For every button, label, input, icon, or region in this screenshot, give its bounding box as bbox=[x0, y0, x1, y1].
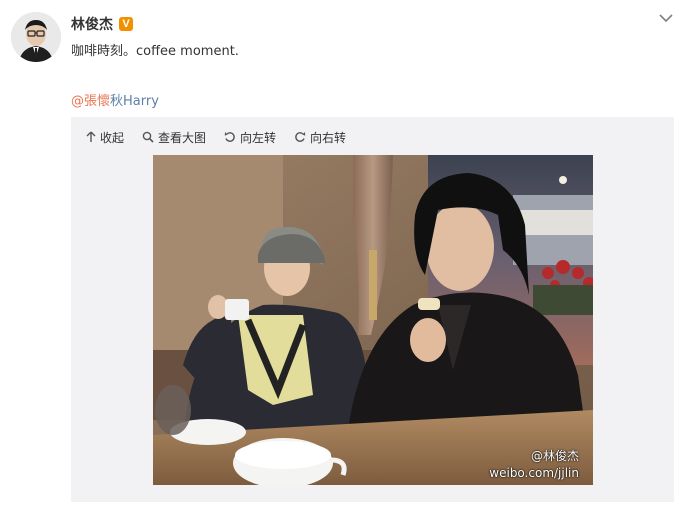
collapse-button[interactable]: 收起 bbox=[86, 129, 124, 146]
rotate-right-label: 向右转 bbox=[310, 130, 347, 145]
view-large-button[interactable]: 查看大图 bbox=[142, 129, 206, 146]
post-text: 咖啡時刻。coffee moment. bbox=[71, 44, 239, 59]
author-row: 林俊杰 V bbox=[71, 14, 133, 34]
rotate-right-icon bbox=[295, 132, 306, 142]
chevron-down-icon[interactable] bbox=[657, 10, 675, 24]
verified-badge-icon[interactable]: V bbox=[119, 17, 133, 31]
collapse-label: 收起 bbox=[100, 130, 125, 145]
mention-head: @張懷 bbox=[71, 94, 111, 109]
view-large-label: 查看大图 bbox=[158, 130, 207, 145]
rotate-left-label: 向左转 bbox=[240, 130, 277, 145]
mention-link[interactable]: @張懷秋Harry bbox=[71, 90, 159, 109]
rotate-left-icon bbox=[224, 132, 235, 142]
media-box: 收起 查看大图 向左转 向右转 @林俊杰 weibo.com/jjlin bbox=[71, 117, 674, 502]
watermark-author: @林俊杰 bbox=[530, 449, 579, 463]
collapse-arrow-icon bbox=[86, 131, 96, 142]
post-photo[interactable]: @林俊杰 weibo.com/jjlin bbox=[153, 155, 593, 485]
media-toolbar: 收起 查看大图 向左转 向右转 bbox=[86, 128, 364, 146]
watermark-url: weibo.com/jjlin bbox=[489, 466, 579, 480]
rotate-left-button[interactable]: 向左转 bbox=[224, 129, 276, 146]
photo-illustration bbox=[153, 155, 593, 485]
zoom-icon bbox=[142, 131, 154, 143]
avatar-image bbox=[11, 12, 61, 62]
avatar[interactable] bbox=[11, 12, 61, 62]
author-name[interactable]: 林俊杰 bbox=[71, 14, 113, 34]
rotate-right-button[interactable]: 向右转 bbox=[294, 129, 346, 146]
mention-tail: 秋Harry bbox=[110, 94, 159, 109]
